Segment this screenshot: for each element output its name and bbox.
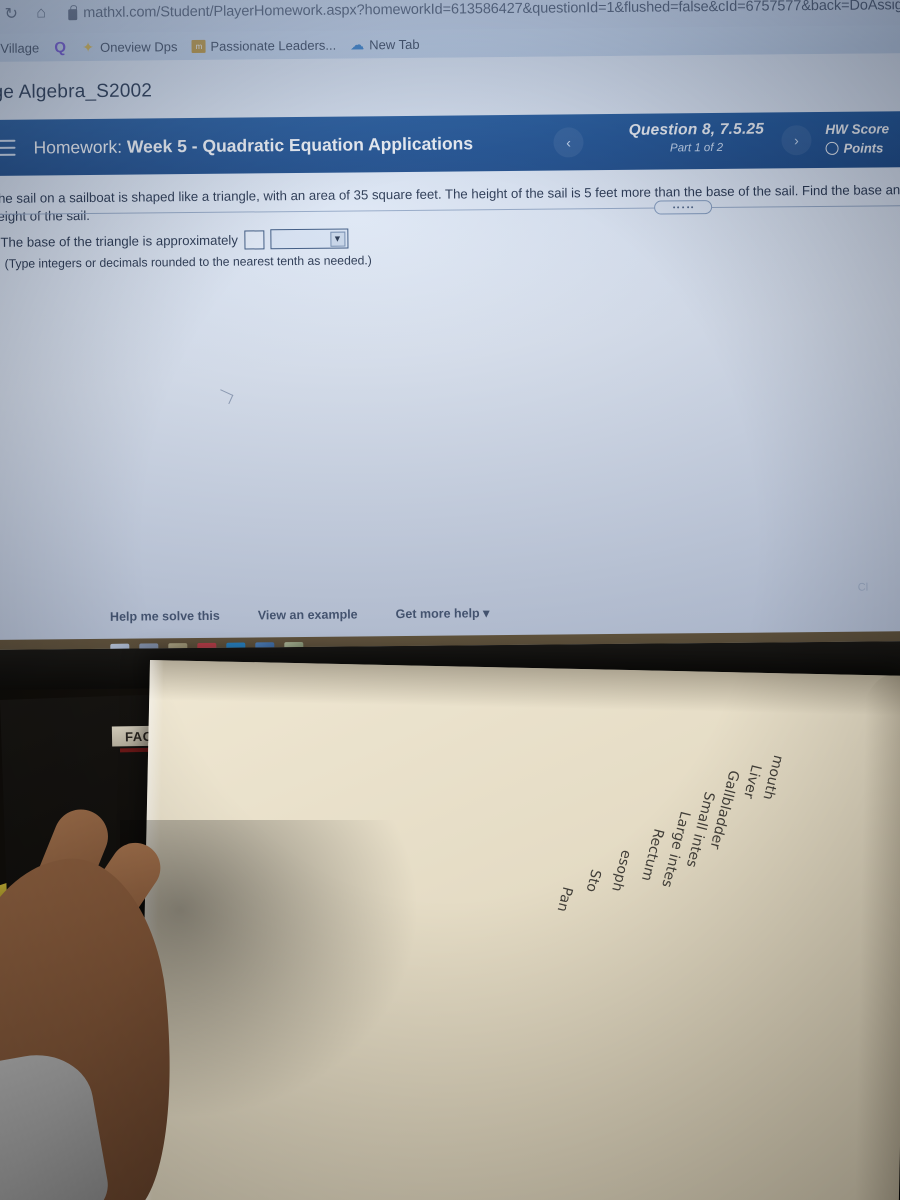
question-text: The sail on a sailboat is shaped like a … xyxy=(0,182,900,224)
expand-collapse-handle[interactable] xyxy=(654,200,713,215)
points-row: Points xyxy=(825,140,889,156)
hamburger-menu-icon[interactable] xyxy=(0,139,16,156)
quizlet-q-icon: Q xyxy=(54,38,67,56)
question-part: Part 1 of 2 xyxy=(669,141,724,155)
note-item: esoph xyxy=(608,848,635,894)
course-title: llege Algebra_S2002 xyxy=(0,80,153,104)
answer-hint: (Type integers or decimals rounded to th… xyxy=(4,253,372,271)
laptop: ↻ ⌂ mathxl.com/Student/PlayerHomework.as… xyxy=(0,0,900,690)
globe-icon: ☁ xyxy=(350,35,365,53)
note-item: Pan xyxy=(553,885,576,914)
get-more-help-link[interactable]: Get more help ▾ xyxy=(396,605,490,621)
homework-label: Homework: xyxy=(33,136,123,158)
address-bar[interactable]: mathxl.com/Student/PlayerHomework.aspx?h… xyxy=(60,0,900,26)
bookmark-label: Oneview Dps xyxy=(100,38,178,55)
question-info: Question 8, 7.5.25 Part 1 of 2 xyxy=(601,120,791,155)
laptop-screen: ↻ ⌂ mathxl.com/Student/PlayerHomework.as… xyxy=(0,0,900,650)
homework-title: Homework: Week 5 - Quadratic Equation Ap… xyxy=(33,133,473,158)
points-label: Points xyxy=(843,140,884,156)
bookmark-label: Passionate Leaders... xyxy=(210,37,337,54)
handwritten-notes: mouth Liver Gallbladder Small intes Larg… xyxy=(521,728,900,1117)
chevron-down-icon: ▼ xyxy=(329,231,345,247)
answer-input[interactable] xyxy=(243,229,265,250)
note-item: mouth xyxy=(759,753,787,802)
answer-area: The base of the triangle is approximatel… xyxy=(0,228,372,271)
answer-unit-select[interactable]: ▼ xyxy=(269,228,349,250)
lock-icon xyxy=(68,8,78,20)
notebook-page: mouth Liver Gallbladder Small intes Larg… xyxy=(138,660,900,1200)
previous-question-button[interactable]: ‹ xyxy=(553,127,584,158)
browser-nav-row: ↻ ⌂ mathxl.com/Student/PlayerHomework.as… xyxy=(0,0,900,30)
answer-prompt: The base of the triangle is approximatel… xyxy=(0,232,238,250)
bookmark-vita-village[interactable]: Vita Village xyxy=(0,40,39,56)
help-me-solve-this-link[interactable]: Help me solve this xyxy=(110,608,220,623)
star-icon: ✦ xyxy=(82,38,95,55)
homework-header-bar: Homework: Week 5 - Quadratic Equation Ap… xyxy=(0,110,900,177)
bookmark-oneview-dps[interactable]: ✦ Oneview Dps xyxy=(81,38,178,55)
url-text: mathxl.com/Student/PlayerHomework.aspx?h… xyxy=(83,0,900,22)
bookmark-new-tab[interactable]: ☁ New Tab xyxy=(350,36,419,52)
answer-row: The base of the triangle is approximatel… xyxy=(0,228,371,252)
note-item: Sto xyxy=(582,867,604,894)
home-icon[interactable]: ⌂ xyxy=(30,2,52,24)
mathxl-page: llege Algebra_S2002 Homework: Week 5 - Q… xyxy=(0,53,900,650)
hand xyxy=(0,800,220,1200)
bookmark-q[interactable]: Q xyxy=(53,38,67,56)
hw-score-label: HW Score xyxy=(825,121,890,137)
hw-score-block: HW Score Points xyxy=(825,121,889,156)
question-number: Question 8, 7.5.25 xyxy=(628,120,765,139)
bookmark-passionate-leaders[interactable]: m Passionate Leaders... xyxy=(191,37,336,53)
view-an-example-link[interactable]: View an example xyxy=(258,607,358,622)
bookmark-label: Vita Village xyxy=(0,39,40,56)
homework-name: Week 5 - Quadratic Equation Applications xyxy=(126,132,474,157)
orange-book-icon: m xyxy=(191,39,206,53)
bookmark-label: New Tab xyxy=(369,36,420,52)
reload-icon[interactable]: ↻ xyxy=(0,3,22,25)
photo-scene: ↻ ⌂ mathxl.com/Student/PlayerHomework.as… xyxy=(0,0,900,1200)
points-circle-icon xyxy=(825,141,839,155)
help-links-row: Help me solve this View an example Get m… xyxy=(110,605,490,624)
mouse-cursor xyxy=(216,389,234,405)
corner-text: Cl xyxy=(857,581,869,594)
